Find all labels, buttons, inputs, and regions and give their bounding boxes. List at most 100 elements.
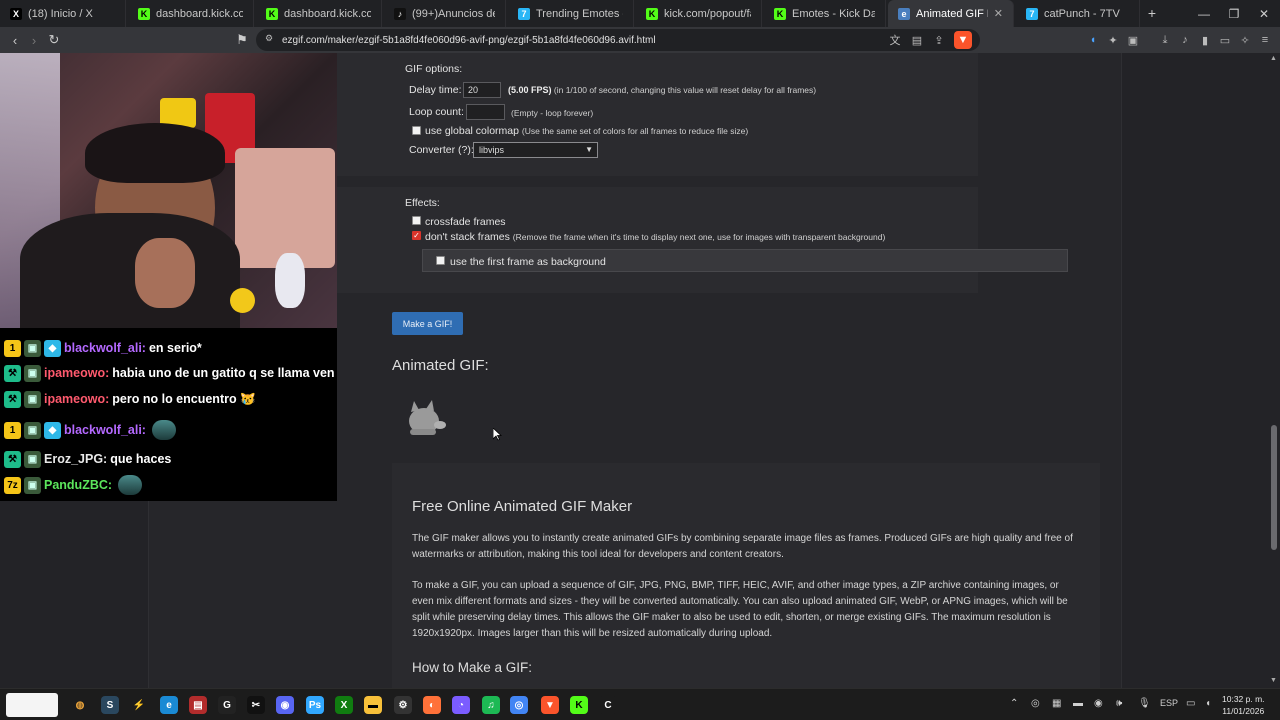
media-icon[interactable]: ♪ (1176, 31, 1194, 49)
article-title: Free Online Animated GIF Maker (412, 498, 633, 515)
translate-icon[interactable]: 文 (886, 31, 904, 49)
tab-8[interactable]: e Animated GIF Maker ✕ (888, 0, 1014, 27)
new-tab-button[interactable]: + (1144, 5, 1160, 21)
back-icon[interactable]: ‹ (5, 30, 25, 50)
menu-icon[interactable]: ≡ (1256, 31, 1274, 49)
tab-6[interactable]: Kkick.com/popout/fappara (636, 0, 762, 27)
leo-icon[interactable]: ✧ (1236, 31, 1254, 49)
clock-time: 10:32 p. m. (1222, 694, 1265, 704)
maximize-button[interactable]: ❐ (1218, 0, 1250, 27)
gif-options-heading: GIF options: (405, 63, 463, 75)
widgets-icon[interactable]: ◍ (71, 696, 89, 714)
downloads-icon[interactable]: ⤓ (1156, 31, 1174, 49)
chat-text: que haces (110, 452, 172, 466)
volume-icon[interactable]: 🕪 (1116, 698, 1122, 709)
app-g-icon[interactable]: G (218, 696, 236, 714)
tab-3[interactable]: Kdashboard.kick.com/popo (256, 0, 382, 27)
colormap-label: use global colormap (425, 125, 519, 137)
page-scrollbar[interactable]: ▲ ▼ (1268, 53, 1280, 688)
refresh-app-icon[interactable]: C (599, 696, 617, 714)
language-indicator[interactable]: ESP (1160, 698, 1178, 708)
chat-message: 7z ▣ PanduZBC: (4, 474, 143, 496)
messenger-icon[interactable]: ◔ (452, 696, 470, 714)
extensions-icon[interactable]: ✦ (1104, 31, 1122, 49)
steam-icon[interactable]: S (101, 696, 119, 714)
7tv-logo-icon: 7 (518, 7, 530, 20)
tab-5[interactable]: 7 Trending Emotes - 7TV (508, 0, 634, 27)
kick-logo-icon: K (138, 7, 150, 20)
tray-app-1-icon[interactable]: ◎ (1031, 698, 1040, 709)
edge-icon[interactable]: e (160, 696, 178, 714)
address-bar[interactable]: ⚙ ezgif.com/maker/ezgif-5b1a8fd4fe060d96… (256, 29, 980, 51)
chat-text: en serio* (148, 341, 202, 355)
share-icon[interactable]: ⇪ (930, 31, 948, 49)
chat-message: ⚒ ▣ ipameowo: pero no lo encuentro 😿 (4, 388, 256, 410)
chat-username[interactable]: ipameowo: (44, 392, 109, 406)
photoshop-icon[interactable]: Ps (306, 696, 324, 714)
forward-icon[interactable]: › (24, 30, 44, 50)
scroll-up-icon[interactable]: ▲ (1270, 55, 1277, 62)
scrollbar-thumb[interactable] (1271, 425, 1277, 550)
tray-steam-icon[interactable]: ◉ (1094, 698, 1103, 709)
close-window-button[interactable]: ✕ (1248, 0, 1280, 27)
brave-icon[interactable]: ▼ (541, 696, 559, 714)
chat-text: habia uno de un gatito q se llama ven (112, 366, 335, 380)
folder-icon[interactable]: ▬ (364, 696, 382, 714)
kick-logo-icon: K (774, 7, 786, 20)
tab-7[interactable]: K Emotes - Kick Dashboard (764, 0, 886, 27)
chat-message: 1 ▣ ◆ blackwolf_ali: (4, 419, 176, 441)
make-gif-button[interactable]: Make a GIF! (392, 312, 463, 335)
start-icon[interactable] (6, 693, 58, 717)
animated-gif-preview (409, 400, 446, 435)
subscriber-badge-icon: ▣ (24, 450, 41, 468)
kick-icon[interactable]: K (570, 696, 588, 714)
chat-username[interactable]: Eroz_JPG: (44, 452, 107, 466)
global-colormap-checkbox[interactable] (412, 126, 421, 135)
extension-audio-icon[interactable]: ◖ (1084, 31, 1102, 49)
speaker-icon[interactable]: ◖ (1205, 698, 1211, 709)
xbox-icon[interactable]: X (335, 696, 353, 714)
sidebar-icon[interactable]: ▮ (1196, 31, 1214, 49)
discord-icon[interactable]: ◉ (276, 696, 294, 714)
chat-username[interactable]: blackwolf_ali: (64, 341, 146, 355)
tab-1[interactable]: X (18) Inicio / X (0, 0, 126, 27)
network-icon[interactable]: ▭ (1186, 698, 1195, 709)
tray-app-3-icon[interactable]: ▬ (1073, 698, 1083, 709)
brave-shield-icon[interactable]: ▼ (954, 31, 972, 49)
firefox-icon[interactable]: ◐ (423, 696, 441, 714)
tab-9[interactable]: 7 catPunch - 7TV (1016, 0, 1140, 27)
chrome-icon[interactable]: ◎ (510, 696, 528, 714)
lightning-icon[interactable]: ⚡ (130, 696, 148, 714)
minimize-button[interactable]: — (1188, 0, 1220, 27)
clock-date: 11/01/2026 (1222, 706, 1265, 716)
clock[interactable]: 10:32 p. m. 11/01/2026 (1222, 693, 1265, 717)
converter-select[interactable]: libvips ▼ (473, 142, 598, 158)
browser-toolbar: ‹ › ↻ ⚑ ⚙ ezgif.com/maker/ezgif-5b1a8fd4… (0, 27, 1280, 53)
crossfade-checkbox[interactable] (412, 216, 421, 225)
delay-input[interactable]: 20 (463, 82, 501, 98)
spotify-icon[interactable]: ♫ (482, 696, 500, 714)
chat-username[interactable]: PanduZBC: (44, 478, 112, 492)
mic-icon[interactable]: 🎙 (1138, 698, 1151, 709)
first-frame-checkbox[interactable] (436, 256, 445, 265)
notepad-icon[interactable]: ▤ (189, 696, 207, 714)
close-tab-icon[interactable]: ✕ (994, 7, 1003, 20)
bookmark-icon[interactable]: ⚑ (232, 30, 252, 50)
tab-2[interactable]: Kdashboard.kick.com/popo (128, 0, 254, 27)
system-app-icon[interactable]: ⚙ (394, 696, 412, 714)
tray-chevron-icon[interactable]: ⌃ (1010, 698, 1018, 709)
loop-input[interactable] (466, 104, 505, 120)
extension-box-icon[interactable]: ▣ (1124, 31, 1142, 49)
capcut-icon[interactable]: ✂ (247, 696, 265, 714)
reader-icon[interactable]: ▤ (908, 31, 926, 49)
tray-app-2-icon[interactable]: ▦ (1052, 698, 1061, 709)
reload-icon[interactable]: ↻ (44, 30, 64, 50)
scroll-down-icon[interactable]: ▼ (1270, 677, 1277, 684)
site-info-icon[interactable]: ⚙ (265, 33, 273, 44)
chat-username[interactable]: ipameowo: (44, 366, 109, 380)
chat-username[interactable]: blackwolf_ali: (64, 423, 146, 437)
nostack-row: don't stack frames (Remove the frame whe… (425, 231, 885, 243)
no-stack-checkbox[interactable]: ✓ (412, 231, 421, 240)
wallet-icon[interactable]: ▭ (1216, 31, 1234, 49)
tab-4[interactable]: ♪ (99+)Anuncios de Cremas (384, 0, 506, 27)
